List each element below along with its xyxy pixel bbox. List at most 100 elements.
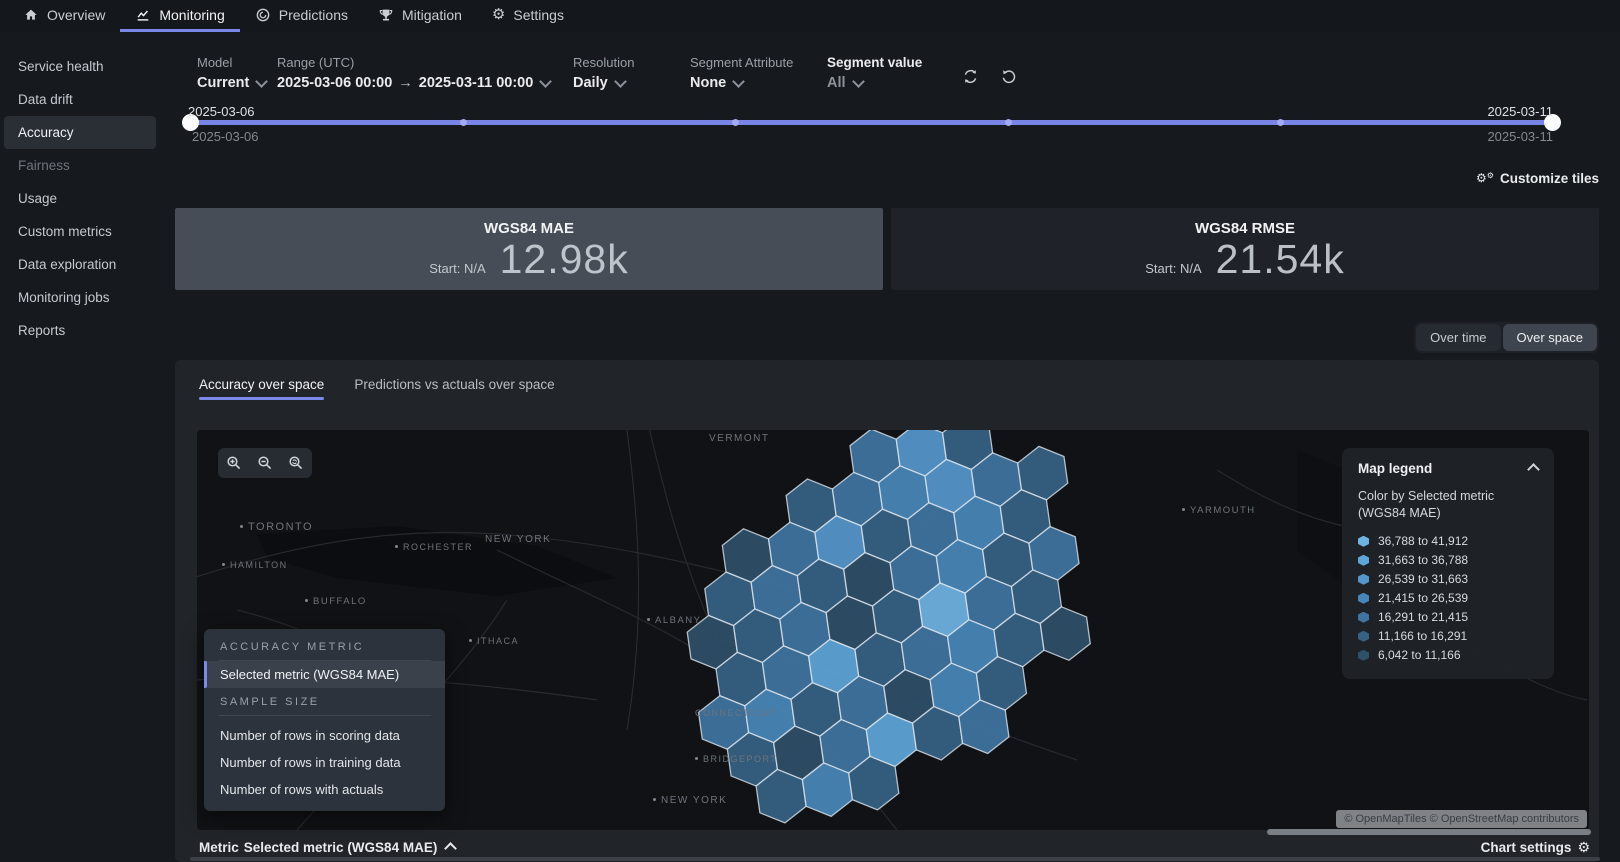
chevron-up-icon[interactable] [1527,463,1540,476]
map-attribution: © OpenMapTiles © OpenStreetMap contribut… [1336,810,1587,828]
metric-current-value: Selected metric (WGS84 MAE) [244,840,438,855]
dropdown-item-rows-actuals[interactable]: Number of rows with actuals [204,776,445,803]
timeline-tick [460,119,467,126]
nav-settings[interactable]: ⚙ Settings [477,0,579,32]
tile-metric-value: 21.54k [1216,239,1345,280]
tile-title: WGS84 MAE [175,220,883,237]
range-value[interactable]: 2025-03-06 00:00 → 2025-03-11 00:00 [277,75,550,91]
timeline-end-label-bottom: 2025-03-11 [1487,129,1553,144]
nav-overview[interactable]: Overview [8,0,120,32]
nav-predictions[interactable]: Predictions [240,0,363,32]
segment-attribute-value[interactable]: None [690,75,793,91]
trophy-icon [378,7,394,23]
tile-wgs84-rmse[interactable]: WGS84 RMSE Start: N/A 21.54k [891,208,1599,290]
arrow-right-icon: → [392,75,419,91]
sidebar-item-data-exploration[interactable]: Data exploration [4,248,156,281]
legend-entry: 11,166 to 16,291 [1358,627,1538,646]
map-place-label: BRIDGEPORT [695,754,777,764]
map-legend-subtitle: Color by Selected metric (WGS84 MAE) [1358,488,1528,522]
model-label: Model [197,55,266,70]
segment-attribute-label: Segment Attribute [690,55,793,70]
map-place-label: NEW YORK [653,795,727,806]
sidebar-item-usage[interactable]: Usage [4,182,156,215]
segment-attribute-selector: Segment Attribute None [690,55,793,91]
tab-accuracy-over-space[interactable]: Accuracy over space [199,377,324,398]
nav-monitoring[interactable]: Monitoring [120,0,239,32]
nav-label: Predictions [279,7,348,23]
resolution-label: Resolution [573,55,634,70]
tile-wgs84-mae[interactable]: WGS84 MAE Start: N/A 12.98k [175,208,883,290]
dropdown-item-rows-scoring[interactable]: Number of rows in scoring data [204,722,445,749]
legend-swatch [1358,555,1369,566]
chevron-down-icon [732,75,745,88]
dropdown-item-rows-training[interactable]: Number of rows in training data [204,749,445,776]
sidebar-item-monitoring-jobs[interactable]: Monitoring jobs [4,281,156,314]
metric-selector-trigger[interactable]: Metric Selected metric (WGS84 MAE) [199,840,455,855]
horizontal-scrollbar-thumb[interactable] [1267,829,1591,835]
refresh-icon [962,68,979,85]
chevron-down-icon [614,75,627,88]
sidebar-item-fairness[interactable]: Fairness [4,149,156,182]
map-place-label: VERMONT [709,433,770,444]
zoom-out-icon[interactable] [257,455,273,471]
map-place-label: NEW YORK [485,534,551,545]
resolution-selector: Resolution Daily [573,55,634,91]
chart-settings-button[interactable]: Chart settings ⚙ [1481,840,1590,855]
horizontal-scrollbar-track[interactable] [190,857,1600,861]
tile-title: WGS84 RMSE [891,220,1599,237]
refresh-button[interactable] [962,68,979,90]
map-legend-entries: 36,788 to 41,912 31,663 to 36,788 26,539… [1358,532,1538,665]
resolution-value[interactable]: Daily [573,75,634,91]
gears-icon: ⚙⚙ [1476,172,1494,186]
legend-swatch [1358,536,1369,547]
divider [218,715,431,716]
predictions-icon [255,7,271,23]
range-end: 2025-03-11 00:00 [419,75,534,91]
sidebar-item-reports[interactable]: Reports [4,314,156,347]
legend-entry: 31,663 to 36,788 [1358,551,1538,570]
legend-entry: 36,788 to 41,912 [1358,532,1538,551]
dropdown-group-header: ACCURACY METRIC [204,629,445,660]
zoom-reset-icon[interactable] [288,455,304,471]
sidebar-item-data-drift[interactable]: Data drift [4,83,156,116]
map-legend-title: Map legend [1358,461,1432,476]
timeline-end-label-top: 2025-03-11 [1487,104,1553,119]
sidebar-item-accuracy[interactable]: Accuracy [4,116,156,149]
timeline-start-label-bottom: 2025-03-06 [192,129,259,144]
nav-mitigation[interactable]: Mitigation [363,0,477,32]
legend-entry: 6,042 to 11,166 [1358,646,1538,665]
map-place-label: HAMILTON [222,560,288,570]
dropdown-item-selected-metric[interactable]: Selected metric (WGS84 MAE) [204,661,445,688]
timeline-start-label-top: 2025-03-06 [188,104,255,119]
segment-value-selector: Segment value All [827,55,922,91]
timeline-slider-track[interactable] [190,120,1553,125]
nav-label: Overview [47,7,105,23]
toggle-over-time[interactable]: Over time [1416,324,1500,351]
tile-metric-value: 12.98k [500,239,629,280]
map-place-label: CONNECTICUT [695,708,777,718]
dropdown-group-header: SAMPLE SIZE [204,688,445,715]
map-place-label: TORONTO [240,521,313,533]
chevron-down-icon [852,75,865,88]
nav-label: Settings [513,7,564,23]
legend-entry: 21,415 to 26,539 [1358,589,1538,608]
zoom-in-icon[interactable] [226,455,242,471]
segment-value-value[interactable]: All [827,75,922,91]
model-value[interactable]: Current [197,75,266,91]
legend-swatch [1358,631,1369,642]
tab-predictions-vs-actuals[interactable]: Predictions vs actuals over space [354,377,554,398]
chart-tabs: Accuracy over space Predictions vs actua… [199,377,555,398]
sidebar-item-service-health[interactable]: Service health [4,50,156,83]
metric-tiles: WGS84 MAE Start: N/A 12.98k WGS84 RMSE S… [175,208,1599,290]
timeline-tick [732,119,739,126]
chevron-down-icon [539,75,552,88]
sidebar-item-custom-metrics[interactable]: Custom metrics [4,215,156,248]
reset-button[interactable] [1000,68,1017,90]
toggle-over-space[interactable]: Over space [1503,324,1597,351]
legend-entry: 16,291 to 21,415 [1358,608,1538,627]
customize-tiles-button[interactable]: ⚙⚙ Customize tiles [1476,171,1599,186]
sidebar: Service health Data drift Accuracy Fairn… [0,32,160,862]
segment-value-label: Segment value [827,55,922,70]
legend-swatch [1358,593,1369,604]
tile-start-value: Start: N/A [429,261,485,276]
